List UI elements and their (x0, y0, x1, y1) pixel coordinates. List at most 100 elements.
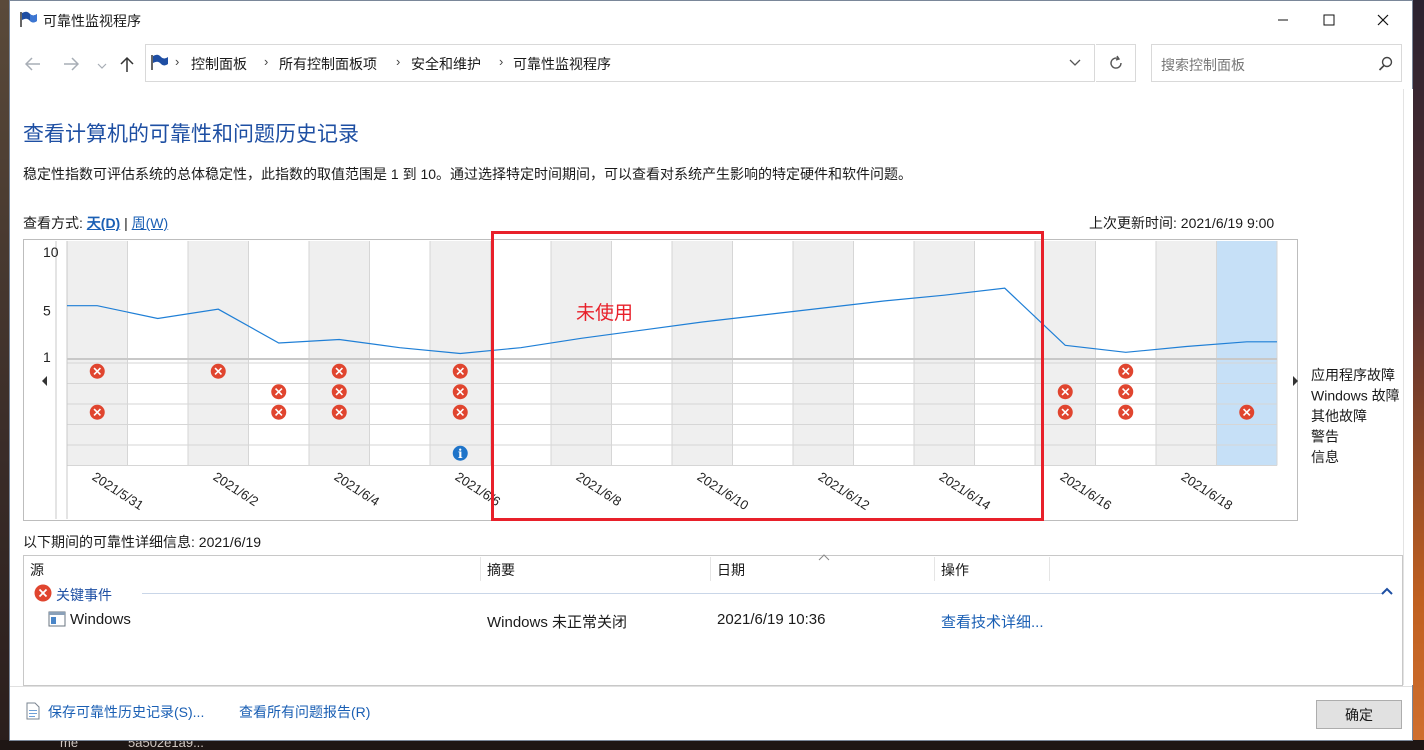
minimize-icon (1278, 19, 1288, 21)
recent-locations-button[interactable] (94, 55, 110, 77)
day-column (369, 241, 430, 466)
arrow-right-icon (64, 57, 79, 71)
view-day-link[interactable]: 天(D) (87, 215, 120, 231)
window-title: 可靠性监视程序 (43, 13, 141, 29)
windows-app-icon (48, 611, 66, 627)
error-event-icon (452, 363, 468, 379)
breadcrumb-separator-icon: › (499, 54, 504, 69)
forward-button[interactable] (60, 53, 82, 75)
annotation-text: 未使用 (576, 302, 634, 324)
breadcrumb-control-panel[interactable]: 控制面板 (191, 54, 247, 74)
column-header-source[interactable]: 源 (30, 560, 44, 580)
scroll-left-icon[interactable] (42, 376, 47, 386)
title-bar[interactable]: 可靠性监视程序 (10, 1, 1412, 39)
day-column (1156, 241, 1217, 466)
date-label: 2021/6/4 (332, 469, 383, 509)
info-glyph: i (458, 447, 463, 461)
event-category-label: 应用程序故障 (1311, 367, 1395, 383)
day-column (248, 241, 309, 466)
flag-icon (151, 54, 168, 70)
error-event-icon (331, 384, 347, 400)
minimize-button[interactable] (1260, 1, 1306, 39)
maximize-button[interactable] (1306, 1, 1352, 39)
breadcrumb-separator-icon: › (396, 54, 401, 69)
column-divider[interactable] (480, 557, 481, 581)
event-category-label: 警告 (1311, 429, 1339, 445)
refresh-icon (1109, 55, 1122, 69)
error-event-icon (210, 363, 226, 379)
info-event-icon: i (452, 445, 468, 461)
view-by-label: 查看方式: (23, 215, 87, 231)
desktop-background-right (1413, 0, 1424, 750)
breadcrumb-separator-icon: › (175, 54, 180, 69)
search-placeholder: 搜索控制面板 (1161, 57, 1245, 73)
error-event-icon (271, 384, 287, 400)
footer-divider (10, 686, 1412, 687)
scroll-right-icon[interactable] (1293, 376, 1298, 386)
selected-day-column (1216, 241, 1277, 466)
view-technical-details-link[interactable]: 查看技术详细... (941, 611, 1044, 632)
search-input[interactable]: 搜索控制面板 (1151, 44, 1402, 82)
day-column (67, 241, 128, 466)
view-mode-selector: 查看方式: 天(D) | 周(W) (23, 213, 168, 233)
annotation-highlight-box (491, 231, 1044, 521)
row-date[interactable]: 2021/6/19 10:36 (717, 611, 825, 628)
error-event-icon (331, 404, 347, 420)
flag-icon (20, 11, 37, 27)
date-label: 2021/5/31 (90, 469, 147, 513)
collapse-group-icon[interactable] (1381, 587, 1393, 595)
content-scrollbar[interactable] (1403, 89, 1413, 685)
sort-ascending-icon (818, 554, 830, 561)
day-column (127, 241, 188, 466)
save-history-icon (26, 702, 40, 720)
search-icon[interactable] (1378, 56, 1394, 72)
error-event-icon (89, 363, 105, 379)
group-critical-events[interactable]: 关键事件 (56, 585, 112, 605)
close-button[interactable] (1360, 1, 1406, 39)
save-history-link[interactable]: 保存可靠性历史记录(S)... (48, 702, 204, 722)
breadcrumb-reliability-monitor[interactable]: 可靠性监视程序 (513, 54, 611, 74)
close-icon (1377, 14, 1389, 26)
breadcrumb-security-maintenance[interactable]: 安全和维护 (411, 54, 481, 74)
column-divider[interactable] (1049, 557, 1050, 581)
column-divider[interactable] (934, 557, 935, 581)
day-column (188, 241, 249, 466)
details-table (23, 555, 1403, 686)
address-dropdown-icon[interactable] (1069, 59, 1081, 67)
row-source[interactable]: Windows (70, 611, 131, 628)
group-divider (142, 593, 1382, 594)
arrow-left-icon (25, 57, 40, 71)
error-event-icon (271, 404, 287, 420)
refresh-button[interactable] (1096, 44, 1136, 82)
event-category-label: 其他故障 (1311, 408, 1367, 424)
column-divider[interactable] (710, 557, 711, 581)
column-header-date[interactable]: 日期 (717, 560, 745, 580)
ok-button[interactable]: 确定 (1316, 700, 1402, 729)
column-header-action[interactable]: 操作 (941, 560, 969, 580)
view-all-reports-link[interactable]: 查看所有问题报告(R) (239, 702, 370, 722)
error-event-icon (1057, 384, 1073, 400)
date-label: 2021/6/16 (1058, 469, 1115, 513)
page-description: 稳定性指数可评估系统的总体稳定性，此指数的取值范围是 1 到 10。通过选择特定… (23, 166, 913, 182)
error-event-icon (1118, 404, 1134, 420)
error-event-icon (452, 404, 468, 420)
details-caption: 以下期间的可靠性详细信息: 2021/6/19 (23, 534, 262, 550)
y-tick-label: 5 (43, 302, 51, 318)
event-category-label: Windows 故障 (1311, 388, 1400, 404)
row-summary[interactable]: Windows 未正常关闭 (487, 611, 627, 632)
error-event-icon (452, 384, 468, 400)
view-week-link[interactable]: 周(W) (132, 215, 169, 231)
error-event-icon (1118, 384, 1134, 400)
breadcrumb-all-items[interactable]: 所有控制面板项 (279, 54, 377, 74)
y-tick-label: 1 (43, 349, 51, 365)
back-button[interactable] (22, 53, 44, 75)
breadcrumb-separator-icon: › (264, 54, 269, 69)
error-event-icon (1057, 404, 1073, 420)
up-button[interactable] (116, 53, 138, 75)
error-event-icon (1118, 363, 1134, 379)
view-separator: | (120, 215, 132, 231)
date-label: 2021/6/18 (1179, 469, 1236, 513)
arrow-up-icon (120, 56, 134, 72)
column-header-summary[interactable]: 摘要 (487, 560, 515, 580)
day-column (309, 241, 370, 466)
